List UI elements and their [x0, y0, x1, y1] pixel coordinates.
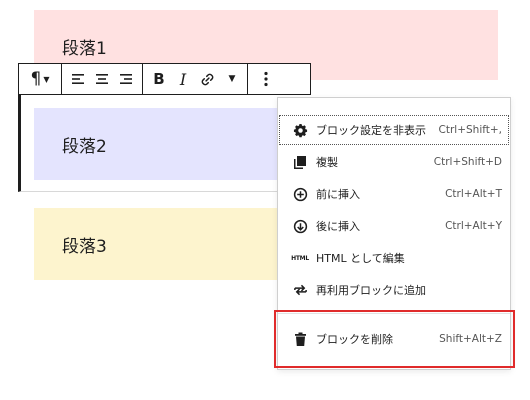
menu-item-hide-block-settings[interactable]: ブロック設定を非表示 Ctrl+Shift+,: [278, 114, 510, 146]
menu-item-remove-block[interactable]: ブロックを削除 Shift+Alt+Z: [278, 323, 510, 355]
menu-separator: [278, 313, 510, 314]
menu-item-label: 複製: [316, 156, 338, 169]
bold-button[interactable]: B: [147, 64, 171, 94]
alignment-group: [62, 64, 143, 94]
more-rich-text-button[interactable]: ▼: [219, 64, 243, 94]
paragraph-text: 段落1: [62, 39, 107, 59]
menu-item-insert-before[interactable]: 前に挿入 Ctrl+Alt+T: [278, 178, 510, 210]
menu-item-label: ブロックを削除: [316, 333, 393, 346]
caret-down-icon: ▼: [228, 74, 236, 84]
menu-item-shortcut: Ctrl+Alt+Y: [445, 220, 502, 232]
html-icon-text: HTML: [291, 254, 309, 262]
block-type-group: ¶ ▼: [19, 64, 62, 94]
menu-item-shortcut: Ctrl+Shift+,: [438, 124, 502, 136]
menu-item-insert-after[interactable]: 後に挿入 Ctrl+Alt+Y: [278, 210, 510, 242]
menu-item-shortcut: Ctrl+Alt+T: [445, 188, 502, 200]
menu-item-label: 前に挿入: [316, 188, 360, 201]
html-icon: HTML: [291, 250, 309, 266]
block-type-button[interactable]: ¶ ▼: [23, 64, 57, 94]
more-vertical-icon: [264, 71, 268, 87]
link-button[interactable]: [195, 64, 219, 94]
paragraph-text: 段落3: [62, 236, 107, 257]
menu-item-label: 再利用ブロックに追加: [316, 284, 426, 297]
gear-icon: [293, 123, 307, 137]
menu-item-label: HTML として編集: [316, 252, 405, 265]
format-group: B I ▼: [143, 64, 248, 94]
insert-before-icon: [293, 187, 307, 201]
align-left-icon: [72, 74, 84, 84]
trash-icon: [294, 332, 306, 346]
duplicate-icon: [294, 155, 306, 169]
block-toolbar: ¶ ▼ B I ▼: [18, 63, 311, 95]
editor-canvas: 段落1 段落2 段落3 ¶ ▼ B I ▼ ブロック設定を非表示 Ctrl+Sh…: [0, 0, 530, 400]
menu-item-label: ブロック設定を非表示: [316, 124, 426, 137]
align-center-icon: [96, 74, 108, 84]
insert-after-icon: [293, 219, 307, 233]
paragraph-block-2[interactable]: 段落2: [34, 108, 288, 180]
menu-item-duplicate[interactable]: 複製 Ctrl+Shift+D: [278, 146, 510, 178]
italic-button[interactable]: I: [171, 64, 195, 94]
link-icon: [201, 73, 213, 85]
menu-item-edit-as-html[interactable]: HTML HTML として編集: [278, 242, 510, 274]
reusable-icon: [293, 284, 307, 296]
more-options-button[interactable]: [254, 64, 278, 94]
align-left-button[interactable]: [66, 64, 90, 94]
more-group: [248, 64, 284, 94]
pilcrow-icon: ¶: [30, 69, 42, 89]
menu-item-shortcut: Ctrl+Shift+D: [433, 156, 502, 168]
paragraph-block-3[interactable]: 段落3: [34, 208, 288, 280]
align-right-button[interactable]: [114, 64, 138, 94]
paragraph-text: 段落2: [62, 136, 107, 157]
menu-item-add-to-reusable[interactable]: 再利用ブロックに追加: [278, 274, 510, 306]
align-right-icon: [120, 74, 132, 84]
menu-item-label: 後に挿入: [316, 220, 360, 233]
align-center-button[interactable]: [90, 64, 114, 94]
block-options-menu: ブロック設定を非表示 Ctrl+Shift+, 複製 Ctrl+Shift+D …: [277, 97, 511, 370]
caret-down-icon: ▼: [43, 74, 50, 84]
menu-item-shortcut: Shift+Alt+Z: [439, 333, 502, 345]
